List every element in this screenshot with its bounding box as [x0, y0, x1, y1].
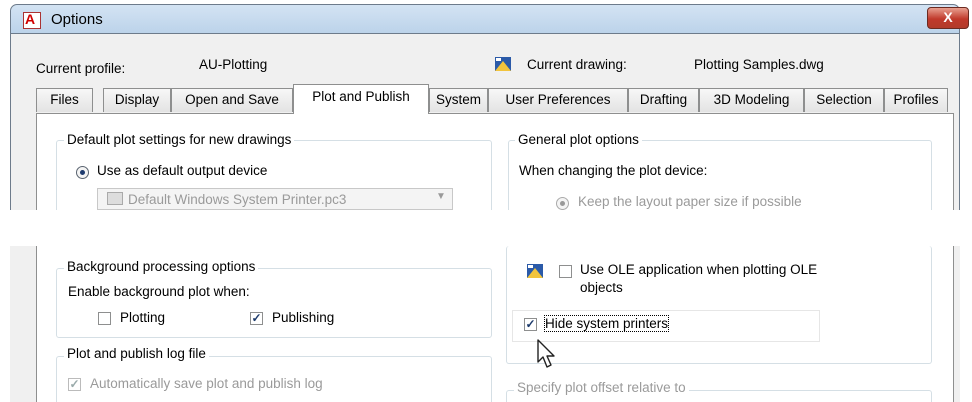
auto-save-log-checkbox[interactable]: ✓	[68, 378, 81, 391]
tab-system[interactable]: System	[429, 88, 488, 112]
tab-files[interactable]: Files	[36, 88, 93, 112]
tab-user-preferences[interactable]: User Preferences	[488, 88, 628, 112]
plotting-checkbox[interactable]	[98, 312, 111, 325]
background-processing-group	[56, 268, 492, 338]
chevron-down-icon: ▼	[436, 191, 446, 202]
keep-layout-radio[interactable]	[556, 197, 569, 210]
tab-selection[interactable]: Selection	[804, 88, 884, 112]
publishing-label: Publishing	[272, 310, 335, 325]
current-drawing-label: Current drawing:	[527, 57, 627, 72]
current-drawing-value: Plotting Samples.dwg	[694, 57, 824, 72]
enable-background-label: Enable background plot when:	[68, 284, 250, 299]
use-ole-label-line2: objects	[580, 280, 623, 295]
use-ole-checkbox[interactable]	[559, 265, 572, 278]
autocad-logo-icon: A	[23, 11, 41, 29]
current-profile-value: AU-Plotting	[199, 57, 268, 72]
printer-icon	[107, 192, 123, 205]
window-title: Options	[51, 11, 103, 28]
plot-log-legend: Plot and publish log file	[64, 346, 209, 361]
tab-profiles[interactable]: Profiles	[884, 88, 948, 112]
auto-save-log-label: Automatically save plot and publish log	[90, 376, 323, 391]
options-dialog-upper: A Options X Current profile: AU-Plotting…	[0, 0, 972, 218]
mouse-cursor-icon	[537, 339, 555, 368]
default-plot-settings-legend: Default plot settings for new drawings	[64, 132, 295, 147]
general-plot-options-legend: General plot options	[515, 132, 642, 147]
drawing-icon	[495, 57, 511, 71]
ole-icon	[527, 264, 543, 278]
hide-system-printers-checkbox[interactable]: ✓	[524, 318, 537, 331]
current-profile-label: Current profile:	[36, 61, 126, 76]
close-button[interactable]: X	[927, 7, 969, 29]
publishing-checkbox[interactable]: ✓	[250, 312, 263, 325]
tab-open-and-save[interactable]: Open and Save	[171, 88, 293, 112]
output-device-select[interactable]: Default Windows System Printer.pc3 ▼	[97, 188, 453, 210]
use-default-output-label: Use as default output device	[97, 163, 268, 178]
tab-drafting[interactable]: Drafting	[628, 88, 699, 112]
tab-display[interactable]: Display	[103, 88, 171, 112]
tab-3d-modeling[interactable]: 3D Modeling	[699, 88, 804, 112]
output-device-value: Default Windows System Printer.pc3	[128, 192, 347, 207]
keep-layout-label: Keep the layout paper size if possible	[578, 194, 802, 209]
when-changing-label: When changing the plot device:	[519, 163, 708, 178]
hide-system-printers-label: Hide system printers	[543, 315, 670, 332]
plot-offset-legend: Specify plot offset relative to	[514, 380, 689, 395]
plotting-label: Plotting	[120, 310, 166, 325]
title-bar[interactable]: A Options X	[10, 4, 969, 34]
use-ole-label: Use OLE application when plotting OLE	[580, 262, 818, 277]
use-default-output-radio[interactable]	[76, 166, 89, 179]
background-processing-legend: Background processing options	[64, 259, 259, 274]
options-dialog-lower: Background processing options Enable bac…	[10, 246, 960, 402]
tab-plot-and-publish[interactable]: Plot and Publish	[293, 84, 429, 114]
